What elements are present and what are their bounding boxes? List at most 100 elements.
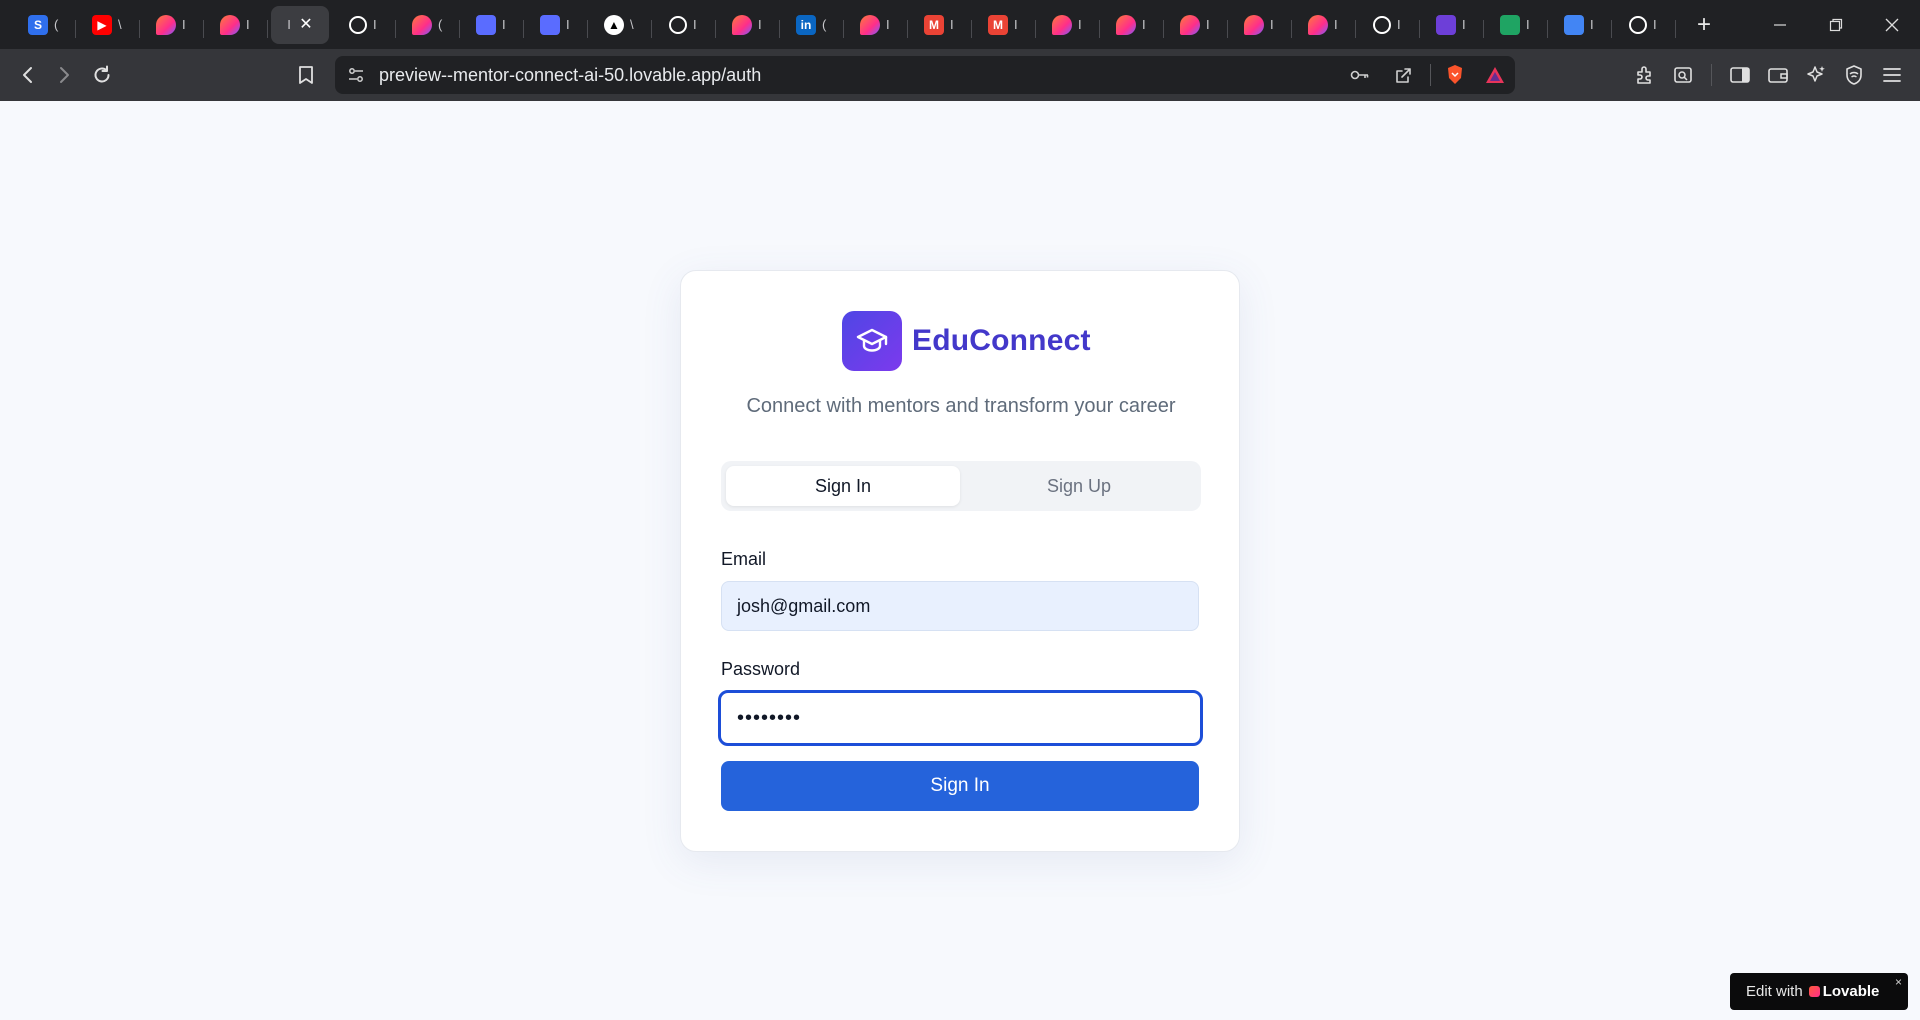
tab-title: I: [1206, 17, 1210, 32]
tab-title: I: [1014, 17, 1018, 32]
tab-active[interactable]: I ✕: [271, 5, 329, 44]
email-label: Email: [721, 549, 767, 569]
browser-tab[interactable]: I: [1164, 6, 1228, 44]
toolbar-right: [1627, 57, 1910, 93]
windsurf-icon: [540, 14, 560, 35]
graduation-cap-icon: [842, 311, 902, 371]
tab-title: I: [1397, 17, 1401, 32]
extensions-icon[interactable]: [1627, 57, 1663, 93]
browser-tab[interactable]: I: [1100, 6, 1164, 44]
github-icon: [349, 15, 367, 34]
forward-icon[interactable]: [46, 57, 82, 93]
tab-title: I: [246, 17, 250, 32]
wallet-icon[interactable]: [1760, 57, 1796, 93]
reading-list-icon[interactable]: [1665, 57, 1701, 93]
github-icon: [669, 15, 687, 34]
browser-tab[interactable]: I: [204, 6, 268, 44]
tab-title: I: [693, 17, 697, 32]
tab-title: I: [373, 17, 377, 32]
tab-sign-up[interactable]: Sign Up: [962, 466, 1196, 506]
window-controls: [1752, 0, 1920, 49]
browser-tab[interactable]: (: [396, 6, 460, 44]
vpn-shield-icon[interactable]: [1836, 57, 1872, 93]
browser-tab[interactable]: MI: [972, 6, 1036, 44]
menu-icon[interactable]: [1874, 57, 1910, 93]
browser-tab[interactable]: in (: [780, 6, 844, 44]
tab-sign-in[interactable]: Sign In: [726, 466, 960, 506]
browser-tab[interactable]: I: [332, 6, 396, 44]
browser-tab[interactable]: I: [524, 6, 588, 44]
s-app-icon: S: [28, 14, 48, 35]
gmail-icon: M: [924, 14, 944, 35]
back-icon[interactable]: [10, 57, 46, 93]
close-icon[interactable]: ×: [1895, 975, 1902, 989]
edit-with-lovable-badge[interactable]: Edit with Lovable ×: [1730, 973, 1908, 1010]
tab-title: I: [1526, 17, 1530, 32]
browser-tab[interactable]: ▲ \: [588, 6, 652, 44]
browser-tab[interactable]: I: [1420, 6, 1484, 44]
lovable-icon: [1308, 14, 1328, 35]
browser-tab[interactable]: I: [1292, 6, 1356, 44]
browser-tab[interactable]: ▶ \: [76, 6, 140, 44]
email-field[interactable]: josh@gmail.com: [721, 581, 1199, 631]
google-docs-icon: [1564, 14, 1584, 35]
sign-in-button[interactable]: Sign In: [721, 761, 1199, 811]
list-app-icon: [1436, 14, 1456, 35]
browser-tab[interactable]: I: [1548, 6, 1612, 44]
browser-tab[interactable]: I: [716, 6, 780, 44]
url-text[interactable]: preview--mentor-connect-ai-50.lovable.ap…: [379, 65, 761, 86]
browser-tab[interactable]: I: [140, 6, 204, 44]
tab-title: \: [630, 17, 634, 32]
leo-ai-icon[interactable]: [1798, 57, 1834, 93]
browser-tab[interactable]: I: [460, 6, 524, 44]
sidebar-icon[interactable]: [1722, 57, 1758, 93]
new-tab-button[interactable]: +: [1684, 12, 1724, 37]
address-bar[interactable]: preview--mentor-connect-ai-50.lovable.ap…: [335, 56, 1515, 94]
lovable-icon: [412, 14, 432, 35]
tab-title: I: [886, 17, 890, 32]
lovable-icon: [1116, 14, 1136, 35]
browser-toolbar: preview--mentor-connect-ai-50.lovable.ap…: [0, 49, 1920, 101]
tab-title: I: [287, 17, 291, 32]
browser-tab[interactable]: I: [1356, 6, 1420, 44]
tagline: Connect with mentors and transform your …: [746, 395, 1176, 417]
tab-title: I: [1078, 17, 1082, 32]
windsurf-icon: [476, 14, 496, 35]
tab-title: I: [1653, 17, 1657, 32]
close-tab-icon[interactable]: ✕: [299, 16, 312, 33]
browser-tab[interactable]: I: [652, 6, 716, 44]
key-icon[interactable]: [1350, 68, 1370, 82]
tab-title: I: [1334, 17, 1338, 32]
browser-tab[interactable]: I: [844, 6, 908, 44]
close-window-icon[interactable]: [1864, 0, 1920, 49]
site-settings-icon[interactable]: [347, 66, 365, 84]
brave-rewards-icon[interactable]: [1485, 66, 1505, 84]
tab-title: I: [1270, 17, 1274, 32]
bookmark-icon[interactable]: [288, 57, 324, 93]
share-icon[interactable]: [1394, 65, 1414, 85]
gmail-icon: M: [988, 14, 1008, 35]
minimize-icon[interactable]: [1752, 0, 1808, 49]
github-icon: [1629, 15, 1647, 34]
lovable-icon: [860, 14, 880, 35]
brave-shield-icon[interactable]: [1445, 64, 1465, 86]
badge-prefix: Edit with: [1746, 983, 1803, 1000]
lovable-icon: [1052, 14, 1072, 35]
restore-icon[interactable]: [1808, 0, 1864, 49]
tab-title: I: [950, 17, 954, 32]
browser-tab[interactable]: I: [1036, 6, 1100, 44]
tab-title: (: [438, 17, 443, 32]
vercel-icon: ▲: [604, 14, 624, 35]
browser-tab[interactable]: I: [1612, 6, 1676, 44]
password-field[interactable]: ••••••••: [718, 690, 1203, 746]
reload-icon[interactable]: [84, 57, 120, 93]
tab-title: I: [1142, 17, 1146, 32]
browser-tab[interactable]: S(: [12, 6, 76, 44]
tab-title: I: [502, 17, 506, 32]
auth-card: EduConnect Connect with mentors and tran…: [680, 270, 1240, 852]
badge-brand-text: Lovable: [1822, 983, 1880, 1000]
browser-tab[interactable]: I: [1228, 6, 1292, 44]
browser-tab[interactable]: I: [1484, 6, 1548, 44]
brand-name: EduConnect: [912, 324, 1091, 357]
browser-tab[interactable]: MI: [908, 6, 972, 44]
